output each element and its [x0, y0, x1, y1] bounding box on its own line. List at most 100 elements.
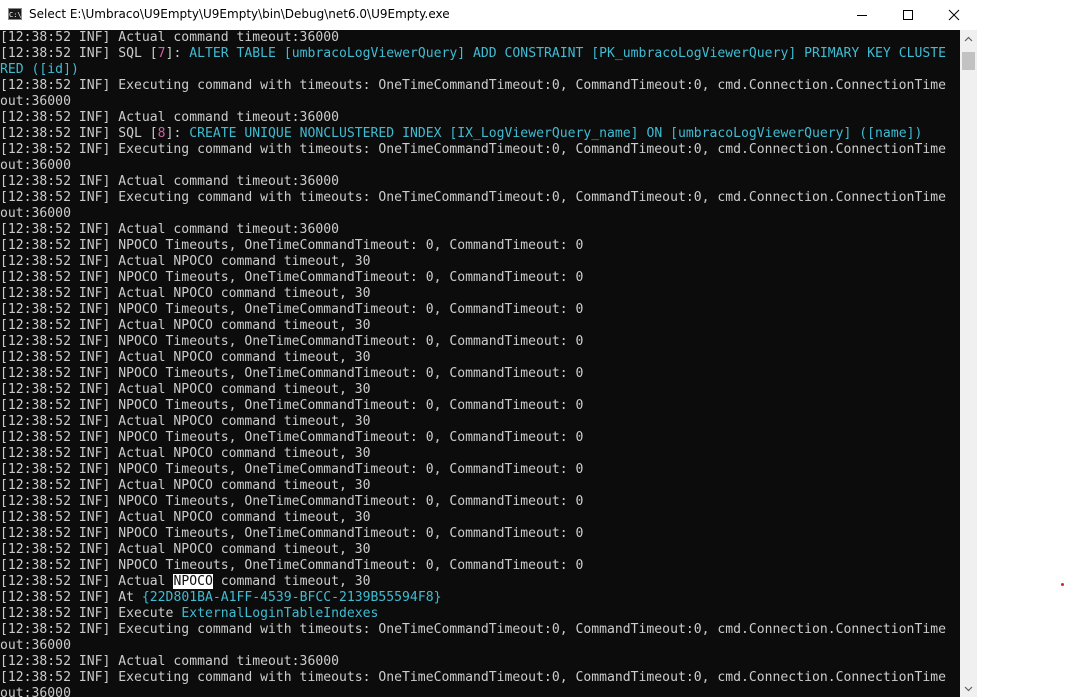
console-text: [12:38:52 INF] Actual command timeout:36… — [0, 110, 339, 125]
console-line: RED ([id]) — [0, 62, 960, 78]
console-text: [12:38:52 INF] Actual NPOCO command time… — [0, 254, 371, 269]
console-line: [12:38:52 INF] Actual NPOCO command time… — [0, 318, 960, 334]
maximize-button[interactable] — [885, 0, 931, 30]
close-button[interactable] — [931, 0, 977, 30]
console-line: [12:38:52 INF] NPOCO Timeouts, OneTimeCo… — [0, 302, 960, 318]
console-line: [12:38:52 INF] Executing command with ti… — [0, 190, 960, 206]
console-line: [12:38:52 INF] Actual command timeout:36… — [0, 174, 960, 190]
console-line: [12:38:52 INF] Actual NPOCO command time… — [0, 542, 960, 558]
minimize-button[interactable] — [839, 0, 885, 30]
console-line: out:36000 — [0, 94, 960, 110]
console-text: out:36000 — [0, 686, 71, 697]
console-line: [12:38:52 INF] Actual NPOCO command time… — [0, 350, 960, 366]
console-output[interactable]: [12:38:52 INF] Actual command timeout:36… — [0, 30, 960, 697]
console-text: out:36000 — [0, 94, 71, 109]
console-line: [12:38:52 INF] Execute ExternalLoginTabl… — [0, 606, 960, 622]
console-text: [12:38:52 INF] Actual NPOCO command time… — [0, 350, 371, 365]
console-text: [12:38:52 INF] Executing command with ti… — [0, 190, 946, 205]
console-line: [12:38:52 INF] NPOCO Timeouts, OneTimeCo… — [0, 334, 960, 350]
console-line: [12:38:52 INF] NPOCO Timeouts, OneTimeCo… — [0, 558, 960, 574]
console-text: 7 — [157, 46, 166, 61]
console-line: [12:38:52 INF] Actual NPOCO command time… — [0, 478, 960, 494]
console-text: [12:38:52 INF] Actual command timeout:36… — [0, 30, 339, 45]
console-line: out:36000 — [0, 638, 960, 654]
console-line: [12:38:52 INF] NPOCO Timeouts, OneTimeCo… — [0, 398, 960, 414]
chevron-up-icon — [964, 36, 973, 41]
console-text: [12:38:52 INF] NPOCO Timeouts, OneTimeCo… — [0, 430, 584, 445]
console-text: [12:38:52 INF] NPOCO Timeouts, OneTimeCo… — [0, 494, 584, 509]
title-bar[interactable]: C:\ Select E:\Umbraco\U9Empty\U9Empty\bi… — [0, 0, 977, 30]
console-line: [12:38:52 INF] Actual NPOCO command time… — [0, 574, 960, 590]
console-line: [12:38:52 INF] Actual command timeout:36… — [0, 222, 960, 238]
console-text: [12:38:52 INF] Actual NPOCO command time… — [0, 414, 371, 429]
console-text: [12:38:52 INF] Executing command with ti… — [0, 142, 946, 157]
console-line: [12:38:52 INF] Actual NPOCO command time… — [0, 446, 960, 462]
console-line: out:36000 — [0, 206, 960, 222]
vertical-scrollbar[interactable] — [960, 30, 977, 697]
console-line: [12:38:52 INF] At {22D801BA-A1FF-4539-BF… — [0, 590, 960, 606]
console-text: {22D801BA-A1FF-4539-BFCC-2139B55594F8} — [141, 590, 442, 605]
console-text: [12:38:52 INF] Execute — [0, 606, 182, 621]
scroll-down-button[interactable] — [960, 680, 977, 697]
console-text: [12:38:52 INF] Actual NPOCO command time… — [0, 478, 371, 493]
console-line: [12:38:52 INF] NPOCO Timeouts, OneTimeCo… — [0, 462, 960, 478]
console-line: [12:38:52 INF] Actual command timeout:36… — [0, 110, 960, 126]
console-text: [12:38:52 INF] NPOCO Timeouts, OneTimeCo… — [0, 398, 584, 413]
minimize-icon — [857, 15, 867, 16]
console-line: out:36000 — [0, 158, 960, 174]
desktop-dot — [1061, 583, 1064, 586]
console-text: [12:38:52 INF] Actual command timeout:36… — [0, 222, 339, 237]
console-line: [12:38:52 INF] Actual NPOCO command time… — [0, 510, 960, 526]
console-text: [12:38:52 INF] Actual NPOCO command time… — [0, 510, 371, 525]
console-line: [12:38:52 INF] NPOCO Timeouts, OneTimeCo… — [0, 430, 960, 446]
console-window: C:\ Select E:\Umbraco\U9Empty\U9Empty\bi… — [0, 0, 977, 697]
console-text: [12:38:52 INF] Actual NPOCO command time… — [0, 542, 371, 557]
chevron-down-icon — [964, 686, 973, 691]
console-line: [12:38:52 INF] SQL [7]: ALTER TABLE [umb… — [0, 46, 960, 62]
console-text: [12:38:52 INF] Executing command with ti… — [0, 78, 946, 93]
console-text: out:36000 — [0, 206, 71, 221]
console-text: ALTER TABLE [umbracoLogViewerQuery] ADD … — [189, 46, 946, 61]
console-text: ]: — [165, 46, 190, 61]
scrollbar-thumb[interactable] — [962, 52, 975, 70]
console-text: [12:38:52 INF] Actual NPOCO command time… — [0, 318, 371, 333]
console-line: [12:38:52 INF] Actual command timeout:36… — [0, 30, 960, 46]
console-line: [12:38:52 INF] Actual NPOCO command time… — [0, 414, 960, 430]
console-text: CREATE UNIQUE NONCLUSTERED INDEX [IX_Log… — [189, 126, 923, 141]
console-line: [12:38:52 INF] NPOCO Timeouts, OneTimeCo… — [0, 366, 960, 382]
console-text: out:36000 — [0, 158, 71, 173]
selected-text: NPOCO — [173, 574, 213, 589]
console-text: [12:38:52 INF] NPOCO Timeouts, OneTimeCo… — [0, 558, 584, 573]
console-line: [12:38:52 INF] NPOCO Timeouts, OneTimeCo… — [0, 238, 960, 254]
console-line: [12:38:52 INF] Executing command with ti… — [0, 622, 960, 638]
console-line: [12:38:52 INF] Executing command with ti… — [0, 670, 960, 686]
console-text: [12:38:52 INF] At — [0, 590, 142, 605]
console-text: [12:38:52 INF] SQL [ — [0, 126, 158, 141]
console-text: [12:38:52 INF] Actual command timeout:36… — [0, 174, 339, 189]
console-text: [12:38:52 INF] NPOCO Timeouts, OneTimeCo… — [0, 238, 584, 253]
console-line: [12:38:52 INF] Actual NPOCO command time… — [0, 254, 960, 270]
console-text: [12:38:52 INF] NPOCO Timeouts, OneTimeCo… — [0, 302, 584, 317]
console-text: [12:38:52 INF] Executing command with ti… — [0, 670, 946, 685]
console-text: [12:38:52 INF] NPOCO Timeouts, OneTimeCo… — [0, 270, 584, 285]
console-text: command timeout, 30 — [212, 574, 371, 589]
console-text: [12:38:52 INF] SQL [ — [0, 46, 158, 61]
console-line: [12:38:52 INF] Actual NPOCO command time… — [0, 382, 960, 398]
console-text: [12:38:52 INF] Actual — [0, 574, 174, 589]
console-line: [12:38:52 INF] Executing command with ti… — [0, 142, 960, 158]
console-text: RED ([id]) — [0, 62, 79, 77]
console-text: [12:38:52 INF] NPOCO Timeouts, OneTimeCo… — [0, 334, 584, 349]
console-text: ]: — [165, 126, 190, 141]
console-text: [12:38:52 INF] NPOCO Timeouts, OneTimeCo… — [0, 366, 584, 381]
console-text: [12:38:52 INF] Actual NPOCO command time… — [0, 382, 371, 397]
maximize-icon — [903, 10, 913, 20]
console-line: [12:38:52 INF] Executing command with ti… — [0, 78, 960, 94]
scroll-up-button[interactable] — [960, 30, 977, 47]
console-line: [12:38:52 INF] NPOCO Timeouts, OneTimeCo… — [0, 526, 960, 542]
close-icon — [948, 9, 960, 21]
console-text: 8 — [157, 126, 166, 141]
console-text: ExternalLoginTableIndexes — [181, 606, 379, 621]
console-line: out:36000 — [0, 686, 960, 697]
console-text: [12:38:52 INF] Actual command timeout:36… — [0, 654, 339, 669]
console-app-icon[interactable]: C:\ — [8, 8, 22, 20]
